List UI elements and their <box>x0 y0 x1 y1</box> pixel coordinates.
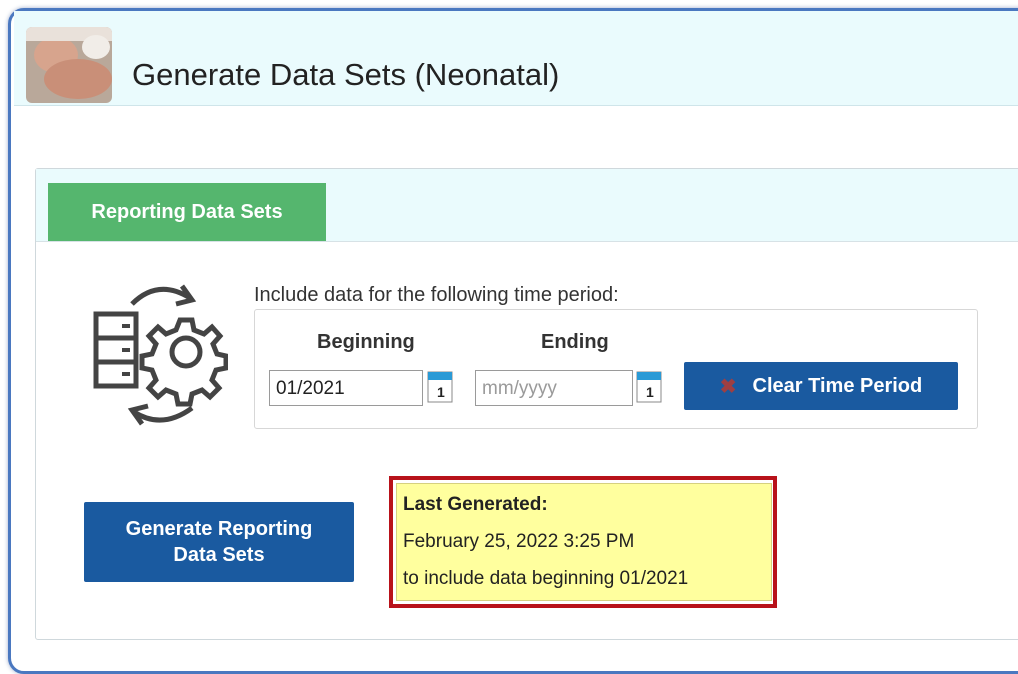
clear-x-icon: ✖ <box>719 375 737 398</box>
generate-button-line1: Generate Reporting <box>125 518 313 540</box>
data-gear-cycle-icon <box>92 280 229 430</box>
svg-text:1: 1 <box>646 384 654 400</box>
clear-time-period-button[interactable]: ✖ Clear Time Period <box>684 362 958 410</box>
last-generated-box: Last Generated: February 25, 2022 3:25 P… <box>396 483 772 601</box>
tab-bar: Reporting Data Sets <box>36 169 1018 242</box>
ending-label: Ending <box>541 331 609 353</box>
tab-reporting-data-sets[interactable]: Reporting Data Sets <box>48 183 326 241</box>
beginning-label: Beginning <box>317 331 415 353</box>
beginning-date-input[interactable]: 01/2021 <box>269 370 423 406</box>
baby-photo <box>26 27 112 103</box>
time-period-prompt: Include data for the following time peri… <box>254 284 619 306</box>
calendar-icon[interactable]: 1 <box>636 368 662 404</box>
last-generated-datetime: February 25, 2022 3:25 PM <box>403 531 635 552</box>
calendar-icon[interactable]: 1 <box>427 368 453 404</box>
page-title: Generate Data Sets (Neonatal) <box>132 57 560 92</box>
page-header: Generate Data Sets (Neonatal) <box>14 11 1018 106</box>
last-generated-label: Last Generated: <box>403 494 548 515</box>
generate-reporting-data-sets-button[interactable]: Generate Reporting Data Sets <box>84 502 354 582</box>
svg-text:1: 1 <box>437 384 445 400</box>
clear-button-label: Clear Time Period <box>752 374 923 397</box>
last-generated-note: to include data beginning 01/2021 <box>403 568 689 589</box>
ending-date-input[interactable]: mm/yyyy <box>475 370 633 406</box>
generate-button-line2: Data Sets <box>173 544 265 566</box>
